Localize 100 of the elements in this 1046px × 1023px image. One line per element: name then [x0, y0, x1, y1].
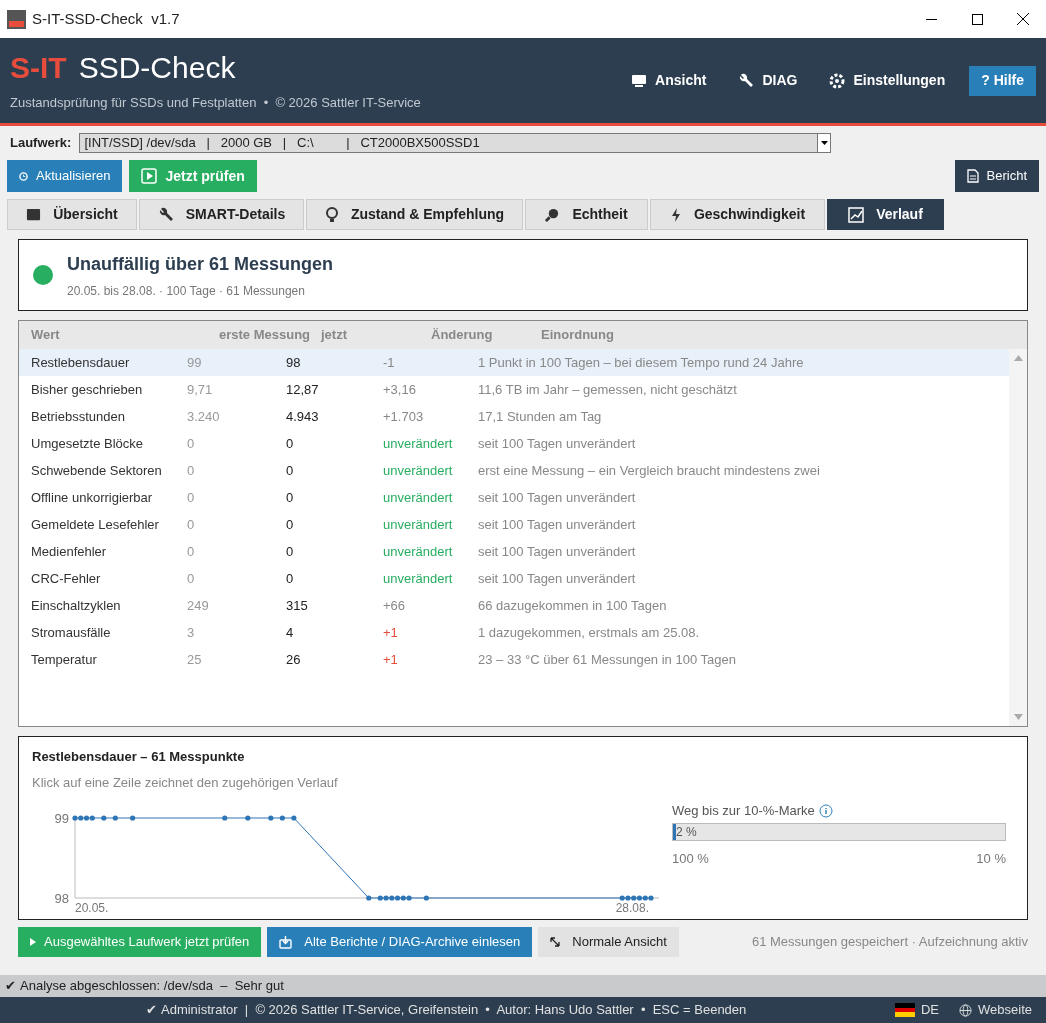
magnifier-icon	[545, 207, 561, 222]
x-tick-label: 28.08.	[615, 901, 649, 915]
table-cell-text: 23 – 33 °C über 61 Messungen in 100 Tagen	[478, 650, 736, 669]
data-point	[245, 815, 251, 821]
box-icon	[26, 207, 42, 222]
table-row[interactable]: Betriebsstunden 3.240 4.943 +1.703 17,1 Stunden am Tag	[19, 403, 1009, 430]
data-point	[130, 815, 136, 821]
table-cell-text: Restlebensdauer	[30, 353, 131, 372]
table-cell-text: Bisher geschrieben	[30, 380, 144, 399]
drive-label: Laufwerk:	[10, 134, 72, 153]
table-cell-text: Schwebende Sektoren	[30, 461, 163, 480]
table-cell-text: 25	[187, 650, 203, 669]
table-cell-text: Umgesetzte Blöcke	[30, 434, 144, 453]
chart-icon	[848, 206, 865, 223]
window-title: S-IT-SSD-Check v1.7	[32, 8, 180, 29]
progress-label: Weg bis zur 10-%-Marke	[672, 802, 815, 820]
column-header: Änderung	[431, 326, 494, 345]
table-cell-text: 17,1 Stunden am Tag	[478, 407, 602, 426]
data-point	[291, 815, 297, 821]
table-cell-text: Gemeldete Lesefehler	[30, 515, 160, 534]
import-button[interactable]: Alte Berichte / DIAG-Archive einlesen	[267, 927, 533, 957]
app-logo-icon	[7, 9, 26, 29]
column-header: Wert	[30, 326, 61, 345]
table-cell-text: seit 100 Tagen unverändert	[478, 515, 636, 534]
scroll-down-icon[interactable]	[1013, 714, 1023, 720]
summary-detail: 20.05. bis 28.08. · 100 Tage · 61 Messungen	[67, 282, 306, 300]
import-icon	[279, 935, 293, 949]
play-icon	[30, 938, 36, 946]
play-icon	[141, 168, 158, 184]
german-flag-icon	[894, 1003, 915, 1017]
table-row[interactable]: Offline unkorrigierbar 0 0 unverändert seit 100 Tagen unverändert	[19, 484, 1009, 511]
table-cell-text: 0	[286, 488, 295, 507]
header-button[interactable]: Einstellungen	[817, 70, 958, 91]
table-cell-text: +3,16	[383, 380, 417, 399]
tab[interactable]: Geschwindigkeit	[650, 199, 825, 230]
scroll-up-icon[interactable]	[1013, 355, 1023, 361]
scrollbar[interactable]	[1009, 349, 1027, 726]
table-row[interactable]: Bisher geschrieben 9,71 12,87 +3,16 11,6 TB im Jahr – gemessen, nicht geschätzt	[19, 376, 1009, 403]
table-cell-text: +66	[383, 596, 407, 615]
table-cell-text: unverändert	[383, 515, 454, 534]
progress-value: 2 %	[676, 823, 697, 840]
monitor-icon	[631, 72, 648, 89]
y-tick-label: 98	[54, 890, 69, 906]
product-title: SSD-Check	[78, 49, 236, 86]
wrench-icon	[157, 206, 174, 223]
table-cell-text: 12,87	[286, 380, 320, 399]
report-button[interactable]: Bericht	[954, 160, 1039, 192]
tab[interactable]: SMART-Details	[139, 199, 304, 230]
table-cell-text: 11,6 TB im Jahr – gemessen, nicht geschätzt	[478, 380, 737, 399]
table-cell-text: seit 100 Tagen unverändert	[478, 542, 636, 561]
normal-view-button[interactable]: Normale Ansicht	[538, 927, 679, 957]
bulb-icon	[324, 206, 339, 223]
table-cell-text: 315	[286, 596, 309, 615]
table-cell-text: 3	[187, 623, 196, 642]
table-cell-text: 66 dazugekommen in 100 Tagen	[478, 596, 667, 615]
table-cell-text: Offline unkorrigierbar	[30, 488, 154, 507]
drive-dropdown[interactable]: [INT/SSD] /dev/sda | 2000 GB | C:\ | CT2000BX500SSD1	[79, 133, 832, 153]
table-row[interactable]: Einschaltzyklen 249 315 +66 66 dazugekommen in 100 Tagen	[19, 592, 1009, 619]
tab[interactable]: Verlauf	[827, 199, 944, 230]
x-tick-label: 20.05.	[75, 901, 109, 915]
table-row[interactable]: Schwebende Sektoren 0 0 unverändert erst eine Messung – ein Vergleich braucht mindestens zwei	[19, 457, 1009, 484]
language-selector[interactable]: DE	[920, 1000, 940, 1020]
data-point	[423, 895, 429, 901]
table-cell-text: 3.240	[187, 407, 221, 426]
table-cell-text: 0	[187, 515, 196, 534]
table-cell-text: CRC-Fehler	[30, 569, 102, 588]
table-cell-text: 249	[187, 596, 210, 615]
header-button[interactable]: DIAG	[726, 70, 810, 91]
tab[interactable]: Übersicht	[7, 199, 137, 230]
data-point	[279, 815, 285, 821]
table-row[interactable]: Stromausfälle 3 4 +1 1 dazugekommen, erstmals am 25.08.	[19, 619, 1009, 646]
table-cell-text: Stromausfälle	[30, 623, 112, 642]
tab[interactable]: Zustand & Empfehlung	[306, 199, 523, 230]
header-button[interactable]: Ansicht	[619, 70, 719, 91]
help-button[interactable]: ? Hilfe	[969, 65, 1036, 96]
info-icon[interactable]	[818, 803, 833, 818]
progress-end-label: 10 %	[976, 849, 1006, 868]
table-cell-text: +1.703	[383, 407, 425, 426]
table-cell-text: 0	[187, 542, 196, 561]
status-message: Analyse abgeschlossen: /dev/sda – Sehr gut	[20, 977, 284, 996]
table-cell-text: +1	[383, 650, 399, 669]
tab[interactable]: Echtheit	[525, 199, 648, 230]
table-cell-text: 4	[286, 623, 295, 642]
table-cell-text: unverändert	[383, 434, 454, 453]
table-row[interactable]: Temperatur 25 26 +1 23 – 33 °C über 61 Messungen in 100 Tagen	[19, 646, 1009, 673]
summary-title: Unauffällig über 61 Messungen	[67, 252, 334, 276]
column-header: Einordnung	[541, 326, 614, 345]
refresh-button[interactable]: Aktualisieren	[7, 160, 123, 192]
table-row[interactable]: Restlebensdauer 99 98 -1 1 Punkt in 100 Tagen – bei diesem Tempo rund 24 Jahre	[19, 349, 1009, 376]
resize-icon	[550, 937, 561, 947]
table-cell-text: +1	[383, 623, 399, 642]
subtitle: Zustandsprüfung für SSDs und Festplatten • © 2026 Sattler IT-Service	[10, 93, 421, 112]
website-link[interactable]: Webseite	[978, 1000, 1032, 1020]
table-row[interactable]: CRC-Fehler 0 0 unverändert seit 100 Tagen unverändert	[19, 565, 1009, 592]
data-point	[222, 815, 228, 821]
table-row[interactable]: Medienfehler 0 0 unverändert seit 100 Tagen unverändert	[19, 538, 1009, 565]
table-cell-text: 0	[286, 569, 295, 588]
table-row[interactable]: Gemeldete Lesefehler 0 0 unverändert seit 100 Tagen unverändert	[19, 511, 1009, 538]
table-row[interactable]: Umgesetzte Blöcke 0 0 unverändert seit 100 Tagen unverändert	[19, 430, 1009, 457]
table-cell-text: erst eine Messung – ein Vergleich braucht mindestens zwei	[478, 461, 820, 480]
